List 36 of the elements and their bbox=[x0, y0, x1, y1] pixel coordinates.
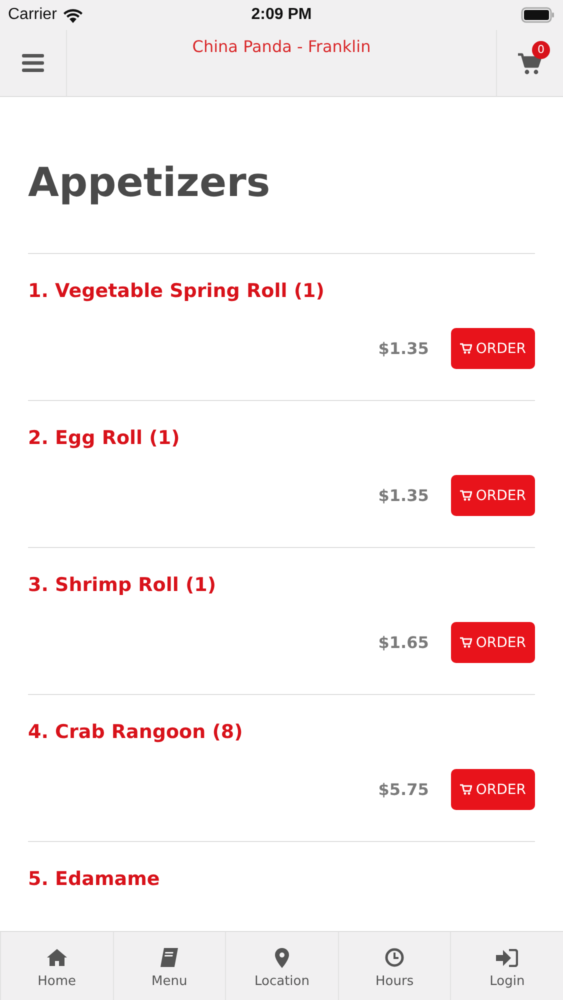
cart-count-badge: 0 bbox=[532, 41, 550, 59]
order-button[interactable]: ORDER bbox=[450, 622, 535, 663]
home-icon bbox=[46, 949, 67, 966]
carrier-label: Carrier bbox=[8, 6, 57, 24]
menu-icon[interactable] bbox=[22, 54, 44, 72]
item-name: 2. Egg Roll (1) bbox=[28, 426, 181, 449]
item-price: $1.35 bbox=[378, 339, 429, 358]
item-name: 4. Crab Rangoon (8) bbox=[28, 720, 244, 743]
nav-tab[interactable]: Home bbox=[0, 932, 113, 1000]
order-button[interactable]: ORDER bbox=[450, 475, 535, 516]
order-button[interactable]: ORDER bbox=[450, 769, 535, 810]
clock-time: 2:09 PM bbox=[251, 6, 312, 23]
nav-tab[interactable]: Location bbox=[225, 932, 338, 1000]
location-pin-icon bbox=[274, 948, 289, 968]
item-name: 3. Shrimp Roll (1) bbox=[28, 573, 218, 596]
book-icon bbox=[160, 948, 178, 967]
cart-icon bbox=[460, 490, 472, 501]
battery-icon bbox=[521, 7, 555, 23]
restaurant-title: China Panda - Franklin bbox=[192, 37, 371, 56]
cart-icon bbox=[460, 343, 472, 354]
section-title: Appetizers bbox=[28, 159, 272, 208]
item-name: 1. Vegetable Spring Roll (1) bbox=[28, 279, 326, 302]
clock-icon bbox=[385, 948, 404, 967]
login-icon bbox=[496, 948, 518, 966]
item-name: 5. Edamame bbox=[28, 867, 161, 890]
wifi-icon bbox=[62, 8, 83, 22]
item-price: $1.35 bbox=[378, 486, 429, 505]
nav-tab[interactable]: Menu bbox=[112, 932, 226, 1000]
nav-tab[interactable]: Login bbox=[450, 932, 563, 1000]
item-price: $1.65 bbox=[378, 633, 429, 652]
cart-icon bbox=[460, 784, 472, 795]
nav-tab[interactable]: Hours bbox=[338, 932, 450, 1000]
cart-icon[interactable] bbox=[518, 53, 542, 75]
item-price: $5.75 bbox=[378, 780, 429, 799]
order-button[interactable]: ORDER bbox=[450, 328, 535, 369]
cart-icon bbox=[460, 637, 472, 648]
